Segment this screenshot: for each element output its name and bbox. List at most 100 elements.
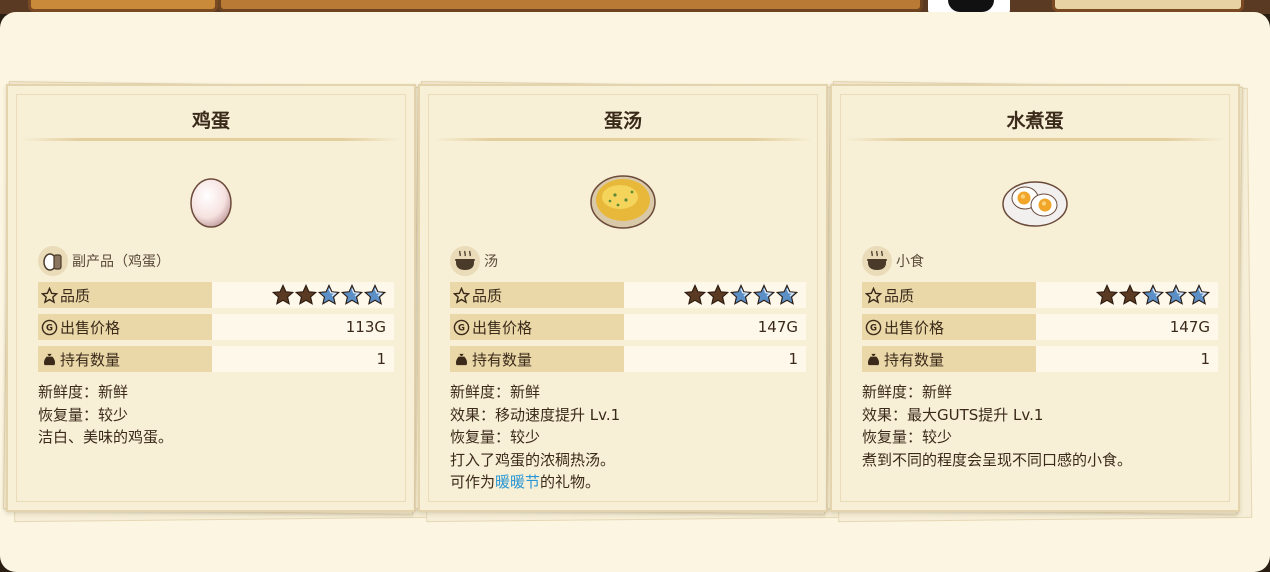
quality-row: 品质	[38, 282, 394, 308]
star-filled-icon	[1096, 284, 1118, 305]
owned-value: 1	[624, 346, 806, 372]
desc-line: 洁白、美味的鸡蛋。	[38, 428, 174, 446]
desc-line: 新鲜度：新鲜	[450, 383, 541, 401]
gold-coin-icon: G	[452, 318, 470, 336]
owned-row: 持有数量 1	[450, 346, 806, 372]
svg-text:G: G	[870, 323, 877, 333]
gold-coin-icon: G	[40, 318, 58, 336]
item-description: 新鲜度：新鲜 效果：移动速度提升 Lv.1 恢复量：较少 打入了鸡蛋的浓稠热汤。…	[450, 381, 810, 494]
item-title: 蛋汤	[603, 110, 642, 132]
price-value: 147G	[1036, 314, 1218, 340]
top-tab-middle	[218, 0, 923, 12]
desc-line: 恢复量：较少	[38, 405, 129, 424]
price-value: 147G	[624, 314, 806, 340]
price-label: 出售价格	[60, 318, 121, 337]
desc-line: 打入了鸡蛋的浓稠热汤。	[450, 450, 616, 469]
svg-text:G: G	[458, 323, 465, 333]
star-filled-icon	[1119, 284, 1141, 305]
desc-line: 新鲜度：新鲜	[38, 383, 129, 401]
item-card-egg-soup: 蛋汤 汤 品质 G 出售价格 147G 持有数量 1 新鲜度：新鲜 效果：移动速…	[415, 81, 841, 523]
star-filled-icon	[684, 284, 706, 305]
quality-row: 品质	[450, 282, 806, 308]
desc-line: 效果：移动速度提升 Lv.1	[450, 405, 621, 424]
item-card-egg: 鸡蛋 副产品（鸡蛋） 品质 G 出售价格 113G 持有数量 1 新鲜度：新鲜 …	[3, 81, 429, 523]
owned-label: 持有数量	[884, 350, 945, 369]
byproduct-icon	[38, 246, 68, 276]
top-tab-left[interactable]	[28, 0, 218, 12]
bag-icon	[452, 350, 470, 368]
star-empty-icon	[364, 284, 386, 305]
item-description: 新鲜度：新鲜 效果：最大GUTS提升 Lv.1 恢复量：较少 煮到不同的程度会呈…	[862, 381, 1222, 471]
item-title: 水煮蛋	[1006, 110, 1064, 132]
quality-row: 品质	[862, 282, 1218, 308]
category-row: 小食	[862, 246, 924, 276]
desc-text: 的礼物。	[540, 473, 601, 491]
price-label: 出售价格	[472, 318, 533, 337]
quality-stars	[272, 284, 386, 306]
festival-link[interactable]: 暖暖节	[495, 473, 540, 491]
category-row: 汤	[450, 246, 498, 276]
price-row: G 出售价格 113G	[38, 314, 394, 340]
egg-soup-icon	[590, 175, 656, 229]
quality-stars	[684, 284, 798, 306]
category-label: 汤	[484, 254, 498, 270]
star-filled-icon	[272, 284, 294, 305]
svg-text:G: G	[46, 323, 53, 333]
bag-icon	[40, 350, 58, 368]
price-row: G 出售价格 147G	[862, 314, 1218, 340]
item-card-boiled-egg: 水煮蛋 小食 品质 G 出售价格 147G 持有数量 1 新鲜度：新鲜 效果：最…	[827, 81, 1253, 523]
desc-text: 可作为	[450, 473, 496, 491]
category-row: 副产品（鸡蛋）	[38, 246, 170, 276]
star-outline-icon	[40, 286, 58, 304]
bag-icon	[864, 350, 882, 368]
star-empty-icon	[341, 284, 363, 305]
item-detail-panel: 鸡蛋 副产品（鸡蛋） 品质 G 出售价格 113G 持有数量 1 新鲜度：新鲜 …	[0, 12, 1270, 572]
owned-value: 1	[1036, 346, 1218, 372]
star-empty-icon	[730, 284, 752, 305]
desc-line: 恢复量：较少	[450, 428, 541, 446]
star-empty-icon	[318, 284, 340, 305]
character-silhouette-icon	[948, 0, 994, 12]
egg-icon	[190, 178, 232, 228]
star-empty-icon	[1142, 284, 1164, 305]
boiled-egg-icon	[1002, 181, 1068, 227]
desc-line: 新鲜度：新鲜	[862, 383, 953, 401]
desc-line: 恢复量：较少	[862, 428, 953, 446]
category-label: 小食	[896, 254, 924, 270]
quality-label: 品质	[884, 286, 915, 305]
price-value: 113G	[212, 314, 394, 340]
title-divider	[846, 138, 1224, 141]
category-label: 副产品（鸡蛋）	[72, 254, 170, 270]
star-outline-icon	[452, 286, 470, 304]
owned-label: 持有数量	[472, 350, 533, 369]
item-title: 鸡蛋	[191, 110, 230, 132]
quality-label: 品质	[60, 286, 91, 305]
owned-row: 持有数量 1	[38, 346, 394, 372]
cooking-pot-icon	[450, 246, 480, 276]
owned-label: 持有数量	[60, 350, 121, 369]
owned-value: 1	[212, 346, 394, 372]
star-empty-icon	[776, 284, 798, 305]
star-empty-icon	[1188, 284, 1210, 305]
desc-line-gift: 可作为暖暖节的礼物。	[450, 471, 810, 494]
quality-stars	[1096, 284, 1210, 306]
cooking-pot-icon	[862, 246, 892, 276]
top-tab-right[interactable]	[1052, 0, 1244, 12]
desc-line: 效果：最大GUTS提升 Lv.1	[862, 405, 1044, 424]
paper-sheet: 蛋汤 汤 品质 G 出售价格 147G 持有数量 1 新鲜度：新鲜 效果：移动速…	[418, 84, 828, 512]
item-description: 新鲜度：新鲜 恢复量：较少 洁白、美味的鸡蛋。	[38, 381, 398, 449]
star-empty-icon	[753, 284, 775, 305]
star-empty-icon	[1165, 284, 1187, 305]
price-label: 出售价格	[884, 318, 945, 337]
gold-coin-icon: G	[864, 318, 882, 336]
paper-sheet: 鸡蛋 副产品（鸡蛋） 品质 G 出售价格 113G 持有数量 1 新鲜度：新鲜 …	[6, 84, 416, 512]
price-row: G 出售价格 147G	[450, 314, 806, 340]
quality-label: 品质	[472, 286, 503, 305]
paper-sheet: 水煮蛋 小食 品质 G 出售价格 147G 持有数量 1 新鲜度：新鲜 效果：最…	[830, 84, 1240, 512]
star-filled-icon	[707, 284, 729, 305]
title-divider	[22, 138, 400, 141]
owned-row: 持有数量 1	[862, 346, 1218, 372]
title-divider	[434, 138, 812, 141]
star-outline-icon	[864, 286, 882, 304]
star-filled-icon	[295, 284, 317, 305]
